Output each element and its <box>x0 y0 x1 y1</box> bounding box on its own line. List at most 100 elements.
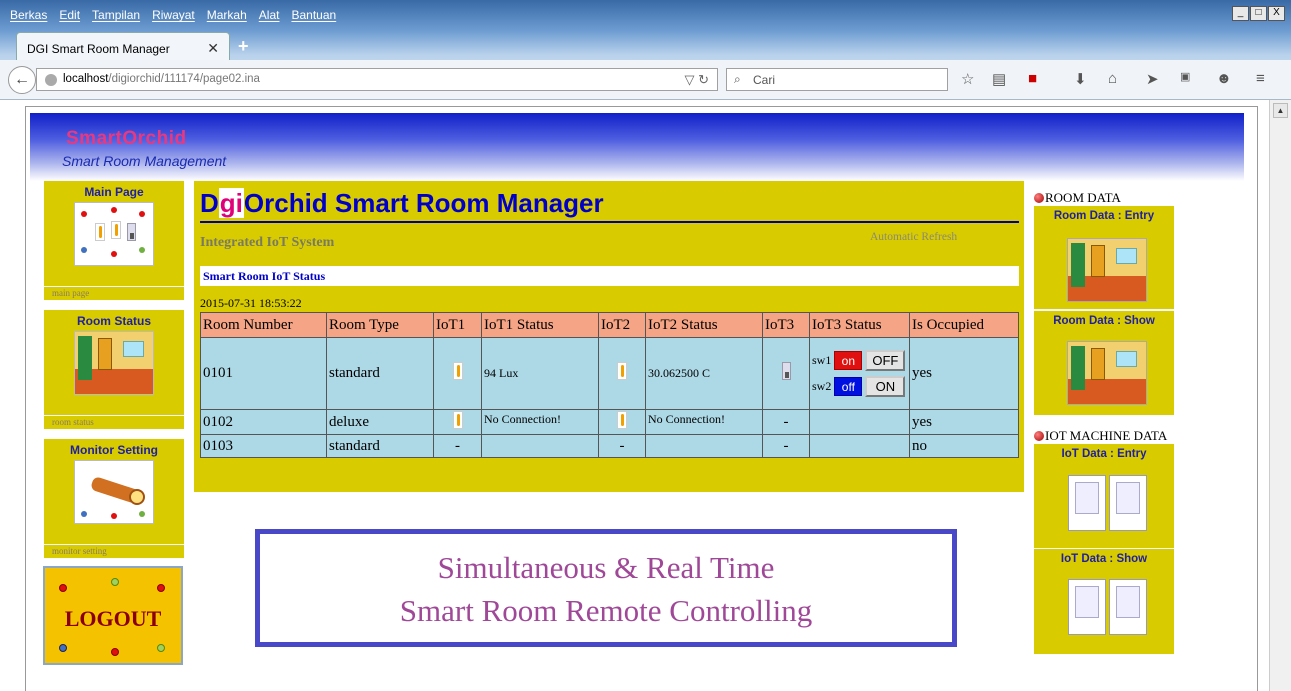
close-tab-icon[interactable]: ✕ <box>207 40 219 57</box>
nav-monitor-setting[interactable]: Monitor Setting monitor setting <box>44 439 184 558</box>
thermometer-icon <box>95 223 105 241</box>
iot-data-show[interactable]: IoT Data : Show <box>1034 549 1174 655</box>
thermometer-icon[interactable] <box>452 410 463 429</box>
light-sensor-icon <box>111 221 121 239</box>
send-icon[interactable]: ➤ <box>1146 70 1159 88</box>
red-ball-icon <box>1034 431 1044 441</box>
maximize-button[interactable]: □ <box>1250 6 1267 21</box>
scroll-up-icon[interactable]: ▲ <box>1273 103 1288 118</box>
search-input[interactable]: ⌕ Cari <box>726 68 948 91</box>
light-sensor-icon[interactable] <box>617 410 627 429</box>
iot-machine-heading: IOT MACHINE DATA <box>1034 428 1167 444</box>
iot2-status: 30.062500 C <box>645 337 763 410</box>
logout-button[interactable]: LOGOUT <box>43 566 183 665</box>
youtube-icon[interactable]: ▣ <box>1180 70 1190 83</box>
iot1-status <box>481 434 599 458</box>
window-controls: _ □ X <box>1232 6 1285 21</box>
menu-item-markah[interactable]: Markah <box>207 8 247 22</box>
room-type: standard <box>326 434 434 458</box>
room-number: 0101 <box>200 337 327 410</box>
header-banner <box>30 113 1244 181</box>
download-icon[interactable]: ⬇ <box>1074 70 1087 88</box>
menu-item-alat[interactable]: Alat <box>259 8 280 22</box>
room-data-entry[interactable]: Room Data : Entry <box>1034 206 1174 310</box>
nav-monitor-setting-footer: monitor setting <box>44 544 184 558</box>
switch-row-2: sw2 off ON <box>812 374 907 400</box>
reload-icon[interactable]: ▽ ↻ <box>684 72 709 88</box>
iot3-status <box>809 434 910 458</box>
iot1-status: No Connection! <box>481 409 599 435</box>
vertical-scrollbar[interactable]: ▲ <box>1269 100 1291 691</box>
thermometer-card <box>1109 475 1147 531</box>
globe-icon <box>45 74 57 86</box>
col-room-number: Room Number <box>200 312 327 338</box>
menu-item-edit[interactable]: Edit <box>59 8 80 22</box>
light-sensor-card <box>1068 475 1106 531</box>
smiley-icon[interactable]: ☻ <box>1216 70 1232 87</box>
menu-bar: Berkas Edit Tampilan Riwayat Markah Alat… <box>0 0 1291 30</box>
col-iot3: IoT3 <box>762 312 810 338</box>
is-occupied: yes <box>909 337 1019 410</box>
search-placeholder: Cari <box>753 73 776 87</box>
hamburger-menu-icon[interactable]: ≡ <box>1256 70 1265 87</box>
close-window-button[interactable]: X <box>1268 6 1285 21</box>
iot-data-entry[interactable]: IoT Data : Entry <box>1034 444 1174 549</box>
thermometer-icon[interactable] <box>617 362 627 380</box>
nav-toolbar: ← localhost/digiorchid/111174/page02.ina… <box>0 60 1291 100</box>
table-row: 0101 standard 94 Lux 30.062500 C sw1 on … <box>200 337 1019 410</box>
back-arrow-icon[interactable]: ← <box>8 66 36 94</box>
iot-data-show-title: IoT Data : Show <box>1060 553 1148 565</box>
menu-item-bantuan[interactable]: Bantuan <box>291 8 336 22</box>
switch-icon[interactable] <box>781 362 791 380</box>
table-row: 0102 deluxe No Connection! No Connection… <box>200 409 1019 435</box>
sw1-label: sw1 <box>812 353 832 367</box>
timestamp: 2015-07-31 18:53:22 <box>200 296 302 310</box>
menu-item-riwayat[interactable]: Riwayat <box>152 8 195 22</box>
iot2-status <box>645 434 763 458</box>
light-sensor-icon[interactable] <box>452 362 463 380</box>
tab-strip: DGI Smart Room Manager ✕ + <box>0 30 1291 60</box>
slogan-line-2: Smart Room Remote Controlling <box>399 593 813 628</box>
iot-devices-image <box>74 202 154 266</box>
iot2-cell: - <box>598 434 646 458</box>
iot1-status: 94 Lux <box>481 337 599 410</box>
room-data-show[interactable]: Room Data : Show <box>1034 311 1174 416</box>
nav-main-page[interactable]: Main Page main page <box>44 181 184 300</box>
col-iot1-status: IoT1 Status <box>481 312 599 338</box>
flash-icon[interactable]: ■ <box>1028 70 1037 87</box>
table-header-row: Room Number Room Type IoT1 IoT1 Status I… <box>200 312 1019 338</box>
room-data-entry-title: Room Data : Entry <box>1053 210 1155 222</box>
sw1-off-button[interactable]: OFF <box>865 350 906 371</box>
room-entry-image <box>1067 238 1147 302</box>
room-number: 0102 <box>200 409 327 435</box>
sw2-on-button[interactable]: ON <box>865 376 906 397</box>
star-icon[interactable]: ☆ <box>961 70 974 88</box>
sw2-label: sw2 <box>812 379 832 393</box>
room-status-table: Room Number Room Type IoT1 IoT1 Status I… <box>200 312 1019 458</box>
url-host: localhost <box>63 73 109 85</box>
is-occupied: no <box>909 434 1019 458</box>
room-type: standard <box>326 337 434 410</box>
room-data-heading: ROOM DATA <box>1034 190 1121 206</box>
minimize-button[interactable]: _ <box>1232 6 1249 21</box>
slogan-box: Simultaneous & Real Time Smart Room Remo… <box>255 529 957 647</box>
nav-room-status[interactable]: Room Status room status <box>44 310 184 429</box>
menu-item-berkas[interactable]: Berkas <box>10 8 47 22</box>
iot2-status: No Connection! <box>645 409 763 435</box>
menu-item-tampilan[interactable]: Tampilan <box>92 8 140 22</box>
search-icon: ⌕ <box>734 72 741 86</box>
new-tab-icon[interactable]: + <box>238 36 249 57</box>
iot1-cell <box>433 337 482 410</box>
home-icon[interactable]: ⌂ <box>1108 70 1117 87</box>
reading-list-icon[interactable]: ▤ <box>992 70 1006 88</box>
col-iot1: IoT1 <box>433 312 482 338</box>
col-iot2-status: IoT2 Status <box>645 312 763 338</box>
url-bar[interactable]: localhost/digiorchid/111174/page02.ina ▽… <box>36 68 718 91</box>
nav-main-page-title: Main Page <box>84 185 144 199</box>
tab-dgi-smart-room[interactable]: DGI Smart Room Manager ✕ <box>16 32 230 60</box>
auto-refresh-label: Automatic Refresh <box>870 231 958 243</box>
table-row: 0103 standard - - - no <box>200 434 1019 458</box>
room-data-show-title: Room Data : Show <box>1053 315 1155 327</box>
url-path: /digiorchid/111174/page02.ina <box>108 73 260 85</box>
switch-row-1: sw1 on OFF <box>812 348 907 374</box>
